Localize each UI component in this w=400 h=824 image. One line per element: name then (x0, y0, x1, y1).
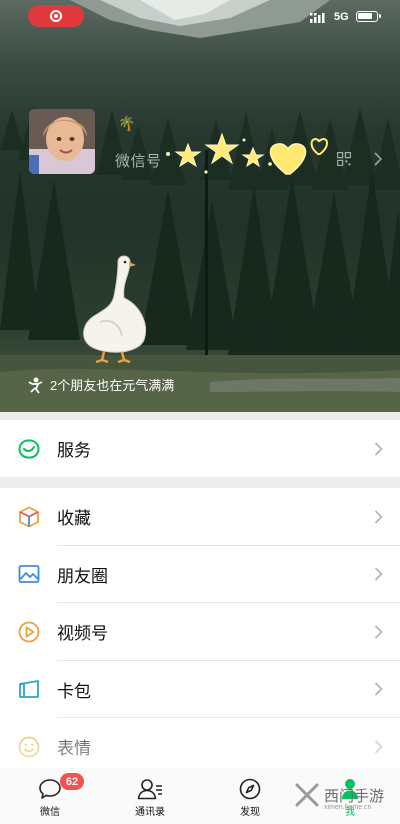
tab-label: 通讯录 (135, 807, 165, 818)
sparkle-hearts-decoration (166, 132, 329, 175)
menu-item-label: 收藏 (57, 509, 91, 529)
service-icon (18, 439, 40, 459)
chevron-right-icon (374, 510, 383, 524)
record-icon (50, 10, 62, 22)
chevron-right-icon (374, 442, 383, 456)
menu-item-label: 服务 (57, 441, 91, 461)
menu-item-label: 卡包 (57, 681, 91, 701)
menu-item-service[interactable]: 服务 (0, 420, 400, 478)
screen-recording-indicator[interactable] (28, 5, 84, 27)
watermark-subtext: ximen.home.cn (324, 804, 372, 811)
tab-label: 发现 (240, 807, 260, 818)
menu-item-label: 视频号 (57, 624, 108, 644)
site-watermark: 西门手游 ximen.home.cn (294, 782, 385, 811)
service-section: 服务 (0, 420, 400, 477)
contacts-icon (137, 779, 162, 800)
status-bar: 5G (0, 0, 400, 38)
menu-item-moments[interactable]: 朋友圈 (0, 546, 400, 603)
menu-item-favorites[interactable]: 收藏 (0, 488, 400, 546)
menu-item-channels[interactable]: 视频号 (0, 603, 400, 661)
status-figure-icon (28, 377, 43, 394)
goose-status-sticker[interactable] (76, 252, 152, 364)
compass-icon (239, 778, 261, 800)
moments-icon (18, 565, 40, 584)
battery-icon (356, 11, 381, 22)
network-type-label: 5G (334, 11, 349, 23)
card-wallet-icon (19, 680, 39, 699)
avatar[interactable] (29, 109, 95, 174)
watermark-logo-icon (295, 783, 319, 807)
unread-badge: 62 (60, 773, 84, 790)
chat-bubble-icon (39, 779, 61, 799)
forest-backdrop (0, 105, 400, 412)
tab-chats[interactable]: 微信 62 (0, 768, 100, 824)
watermark-text: 西门手游 (324, 787, 385, 805)
chevron-right-icon (374, 625, 383, 639)
avatar-image (29, 109, 95, 174)
tab-contacts[interactable]: 通讯录 (100, 768, 200, 824)
favorites-icon (19, 506, 39, 528)
profile-header-background[interactable]: 5G 🌴 微信号 2个朋友也在元气满满 (0, 0, 400, 412)
profile-chevron-right-icon[interactable] (373, 151, 383, 167)
friends-status-line[interactable]: 2个朋友也在元气满满 (26, 375, 174, 394)
tab-label: 微信 (40, 807, 60, 818)
friends-status-text: 2个朋友也在元气满满 (50, 378, 175, 393)
tab-discover[interactable]: 发现 (200, 768, 300, 824)
chevron-right-icon (374, 682, 383, 696)
signal-icon (310, 13, 325, 23)
chevron-right-icon (374, 567, 383, 581)
qr-code-icon[interactable] (337, 152, 351, 166)
channels-icon (18, 621, 40, 643)
menu-item-label: 朋友圈 (57, 566, 108, 586)
wechat-id-label[interactable]: 微信号 (115, 150, 162, 171)
palm-tree-icon: 🌴 (118, 116, 136, 132)
